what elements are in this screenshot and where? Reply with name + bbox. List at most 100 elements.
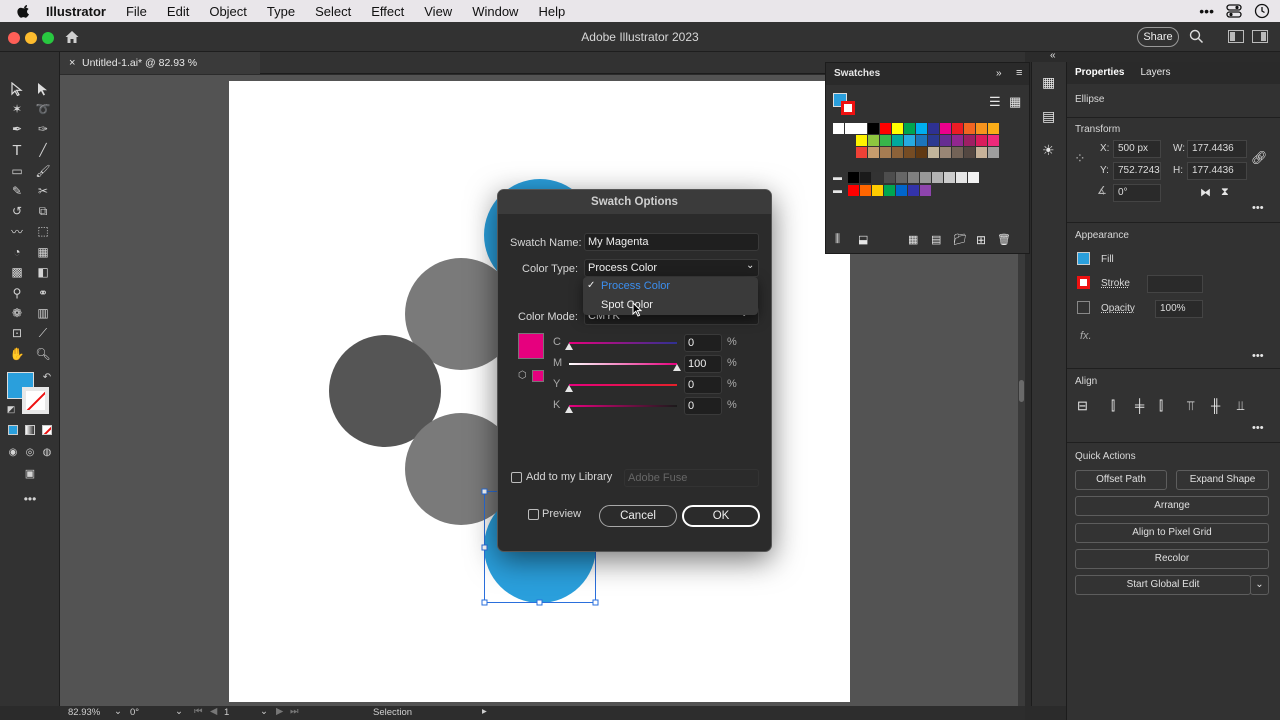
channel-slider[interactable] — [569, 405, 677, 407]
scale-tool-icon[interactable]: ⧉ — [34, 202, 52, 220]
swatch-chip[interactable] — [848, 185, 859, 196]
shaper-tool-icon[interactable]: ✎ — [8, 182, 26, 200]
reference-point-icon[interactable]: ⁘ — [1074, 150, 1086, 167]
status-arrow-icon[interactable]: ▸ — [482, 706, 487, 717]
swatch-chip[interactable] — [940, 147, 951, 158]
swap-colors-icon[interactable]: ↶ — [38, 368, 56, 386]
swatch-chip[interactable] — [872, 185, 883, 196]
free-transform-tool-icon[interactable]: ⬚ — [34, 222, 52, 240]
rotation-value[interactable]: 0° — [130, 707, 139, 718]
angle-icon[interactable]: ∡ — [1097, 184, 1107, 197]
color-mode-icon[interactable] — [8, 425, 18, 435]
w-field[interactable]: 177.4436 — [1187, 140, 1247, 158]
align-left-icon[interactable]: ⫿ — [1111, 398, 1115, 414]
line-tool-icon[interactable]: ╱ — [34, 141, 52, 159]
more-options-icon[interactable]: ••• — [1252, 202, 1264, 214]
menu-app-name[interactable]: Illustrator — [46, 4, 106, 19]
out-of-gamut-icon[interactable]: ⬡ — [518, 370, 527, 381]
direct-selection-tool-icon[interactable] — [34, 80, 52, 98]
swatch-chip[interactable] — [916, 147, 927, 158]
align-to-icon[interactable]: ⊟ — [1077, 398, 1088, 414]
last-artboard-icon[interactable]: ⏭ — [290, 706, 299, 717]
swatch-chip[interactable] — [988, 135, 999, 146]
slider-thumb[interactable] — [565, 385, 573, 392]
hand-tool-icon[interactable]: ✋ — [8, 345, 26, 363]
align-pixel-grid-button[interactable]: Align to Pixel Grid — [1075, 523, 1269, 543]
collapse-panel-icon[interactable]: » — [996, 68, 1002, 79]
ok-button[interactable]: OK — [682, 505, 760, 527]
menu-view[interactable]: View — [424, 4, 452, 19]
align-center-h-icon[interactable]: ╪ — [1135, 398, 1144, 413]
more-icon[interactable]: ••• — [1199, 3, 1214, 19]
stroke-weight-field[interactable] — [1147, 275, 1203, 293]
swatch-chip[interactable] — [920, 172, 931, 183]
slider-thumb[interactable] — [565, 406, 573, 413]
align-right-icon[interactable]: ⫿ — [1159, 398, 1163, 414]
none-mode-icon[interactable] — [42, 425, 52, 435]
flip-vertical-icon[interactable]: ⧗ — [1221, 186, 1229, 199]
option-spot-color[interactable]: Spot Color — [583, 296, 758, 314]
swatch-chip[interactable] — [848, 172, 859, 183]
swatch-chip[interactable] — [868, 123, 879, 134]
gradient-mode-icon[interactable] — [25, 425, 35, 435]
document-tab[interactable]: × Untitled-1.ai* @ 82.93 % (RGB/Preview) — [60, 52, 260, 91]
swatch-chip[interactable] — [856, 123, 867, 134]
opacity-label[interactable]: Opacity — [1101, 303, 1135, 314]
artboard-number[interactable]: 1 — [224, 707, 229, 718]
align-center-v-icon[interactable]: ╫ — [1211, 398, 1220, 413]
expand-shape-button[interactable]: Expand Shape — [1176, 470, 1269, 490]
swatch-stroke-indicator[interactable] — [841, 101, 855, 115]
type-tool-icon[interactable]: T — [8, 141, 26, 159]
swatch-chip[interactable] — [964, 123, 975, 134]
channel-value-field[interactable]: 0 — [684, 397, 722, 415]
swatch-chip[interactable] — [884, 185, 895, 196]
swatch-group-folder-icon[interactable]: ▬ — [833, 172, 842, 182]
draw-behind-icon[interactable]: ◎ — [21, 443, 39, 461]
swatch-chip[interactable] — [896, 172, 907, 183]
swatch-chip[interactable] — [956, 172, 967, 183]
swatch-chip[interactable] — [916, 135, 927, 146]
channel-slider[interactable] — [569, 384, 677, 386]
color-type-chevron-icon[interactable]: ⌄ — [746, 260, 754, 271]
swatch-name-field[interactable]: My Magenta — [584, 233, 759, 251]
swatch-chip[interactable] — [964, 135, 975, 146]
swatch-chip[interactable] — [940, 123, 951, 134]
flip-horizontal-icon[interactable]: ⧓ — [1200, 186, 1211, 199]
grid-view-icon[interactable]: ▦ — [1009, 94, 1021, 110]
swatch-chip[interactable] — [928, 135, 939, 146]
align-bottom-icon[interactable]: ⫫ — [1237, 398, 1244, 414]
stroke-label[interactable]: Stroke — [1101, 278, 1130, 289]
swatch-chip[interactable] — [892, 123, 903, 134]
zoom-tool-icon[interactable]: 🔍︎ — [34, 345, 52, 363]
gamut-swatch[interactable] — [532, 370, 544, 382]
swatch-chip[interactable] — [868, 135, 879, 146]
delete-swatch-icon[interactable]: 🗑︎ — [997, 233, 1011, 246]
menu-file[interactable]: File — [126, 4, 147, 19]
h-field[interactable]: 177.4436 — [1187, 162, 1247, 180]
channel-value-field[interactable]: 0 — [684, 376, 722, 394]
brightness-icon[interactable]: ☀ — [1042, 142, 1055, 159]
search-icon[interactable] — [1189, 29, 1204, 44]
swatch-chip[interactable] — [928, 123, 939, 134]
offset-path-button[interactable]: Offset Path — [1075, 470, 1167, 490]
artboard-tool-icon[interactable]: ⊡ — [8, 324, 26, 342]
x-field[interactable]: 500 px — [1113, 140, 1161, 158]
eyedropper-tool-icon[interactable]: ⚲ — [8, 284, 26, 302]
menu-window[interactable]: Window — [472, 4, 518, 19]
draw-inside-icon[interactable]: ◍ — [38, 443, 56, 461]
swatch-chip[interactable] — [932, 172, 943, 183]
selection-tool-icon[interactable] — [8, 80, 26, 98]
swatch-chip[interactable] — [904, 123, 915, 134]
new-swatch-icon[interactable]: ⊞ — [976, 233, 986, 247]
lasso-tool-icon[interactable]: ➰ — [34, 100, 52, 118]
swatch-chip[interactable] — [860, 185, 871, 196]
slice-tool-icon[interactable]: ⟋ — [34, 324, 52, 342]
swatch-chip[interactable] — [872, 172, 883, 183]
swatch-chip[interactable] — [884, 172, 895, 183]
workspace-icon[interactable] — [1228, 30, 1244, 43]
swatch-chip[interactable] — [940, 135, 951, 146]
graph-tool-icon[interactable]: ▥ — [34, 304, 52, 322]
align-top-icon[interactable]: ⫪ — [1187, 398, 1194, 414]
paintbrush-tool-icon[interactable]: 🖌 — [34, 162, 52, 180]
channel-slider[interactable] — [569, 363, 677, 365]
